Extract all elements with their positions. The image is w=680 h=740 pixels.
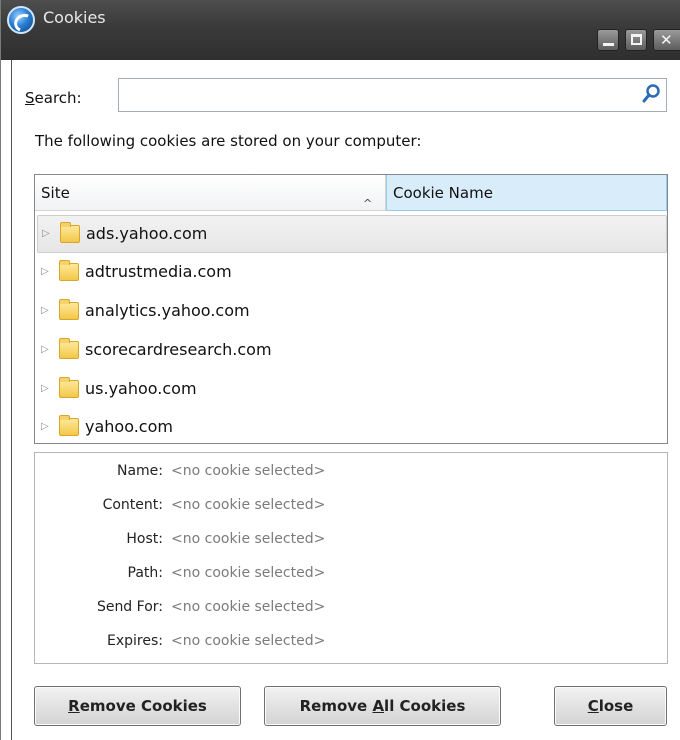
search-icon[interactable] (641, 83, 663, 105)
detail-label-expires: Expires: (107, 633, 163, 649)
detail-value-host: <no cookie selected> (171, 531, 326, 547)
site-label: yahoo.com (85, 417, 173, 436)
site-label: scorecardresearch.com (85, 340, 272, 359)
expand-triangle-icon[interactable]: ▷ (41, 266, 49, 277)
column-site-label: Site (41, 184, 70, 202)
expand-triangle-icon[interactable]: ▷ (41, 421, 49, 432)
minimize-icon (603, 43, 614, 46)
folder-icon (59, 338, 79, 359)
tree-row-site[interactable]: ▷ analytics.yahoo.com (37, 293, 667, 331)
tree-row-site[interactable]: ▷ yahoo.com (37, 409, 667, 447)
site-label: us.yahoo.com (85, 379, 197, 398)
folder-icon (59, 260, 79, 281)
column-cookie-name-label: Cookie Name (393, 184, 493, 202)
close-button[interactable]: Close (554, 686, 667, 726)
detail-label-path: Path: (127, 565, 163, 581)
detail-label-host: Host: (126, 531, 163, 547)
tree-row-site[interactable]: ▷ us.yahoo.com (37, 371, 667, 409)
expand-triangle-icon[interactable]: ▷ (41, 305, 49, 316)
search-label: Search: (25, 89, 82, 107)
cookies-dialog: Cookies ✕ Search: The following cookies … (0, 0, 680, 740)
expand-triangle-icon[interactable]: ▷ (42, 228, 50, 239)
minimize-button[interactable] (597, 29, 619, 51)
remove-all-cookies-button[interactable]: Remove All Cookies (264, 686, 501, 726)
folder-icon (59, 377, 79, 398)
site-label: analytics.yahoo.com (85, 301, 250, 320)
detail-value-send-for: <no cookie selected> (171, 599, 326, 615)
cookie-tree[interactable]: Site ^ Cookie Name ▷ ads.yahoo.com ▷ adt… (34, 174, 668, 444)
cookies-description: The following cookies are stored on your… (35, 132, 422, 150)
site-label: ads.yahoo.com (86, 224, 208, 243)
column-header-cookie-name[interactable]: Cookie Name (386, 175, 667, 211)
tree-row-site[interactable]: ▷ scorecardresearch.com (37, 332, 667, 370)
folder-icon (59, 415, 79, 436)
search-input[interactable] (118, 78, 667, 112)
cookie-details-panel: Name: <no cookie selected> Content: <no … (34, 452, 668, 664)
detail-value-content: <no cookie selected> (171, 497, 326, 513)
maximize-icon (631, 34, 642, 45)
maximize-button[interactable] (625, 29, 647, 51)
tree-row-site[interactable]: ▷ ads.yahoo.com (37, 215, 667, 253)
folder-icon (59, 299, 79, 320)
window-title: Cookies (43, 8, 106, 27)
detail-label-send-for: Send For: (96, 599, 163, 615)
close-window-button[interactable]: ✕ (653, 29, 680, 51)
title-bar[interactable]: Cookies ✕ (1, 0, 680, 60)
remove-cookies-button[interactable]: Remove Cookies (34, 686, 241, 726)
detail-value-expires: <no cookie selected> (171, 633, 326, 649)
close-icon: ✕ (660, 31, 673, 49)
detail-label-content: Content: (102, 497, 163, 513)
expand-triangle-icon[interactable]: ▷ (41, 383, 49, 394)
firefox-icon (7, 6, 35, 34)
detail-value-path: <no cookie selected> (171, 565, 326, 581)
expand-triangle-icon[interactable]: ▷ (41, 344, 49, 355)
folder-icon (60, 222, 80, 243)
detail-value-name: <no cookie selected> (171, 463, 326, 479)
tree-row-site[interactable]: ▷ adtrustmedia.com (37, 254, 667, 292)
column-header-site[interactable]: Site ^ (35, 175, 386, 211)
detail-label-name: Name: (116, 463, 163, 479)
site-label: adtrustmedia.com (85, 262, 232, 281)
